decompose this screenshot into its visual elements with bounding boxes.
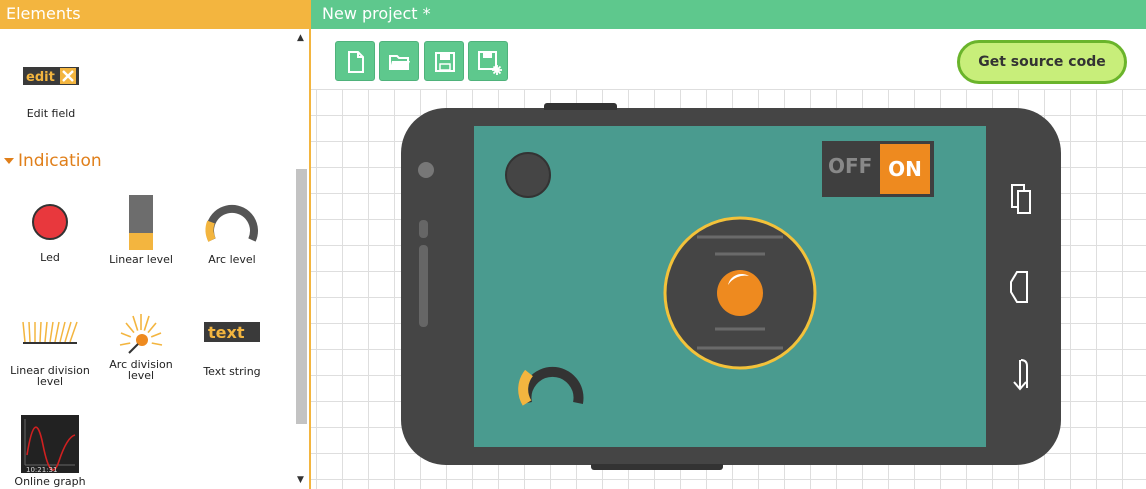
edit-field-icon: edit bbox=[23, 67, 79, 85]
arc-level-label: Arc level bbox=[208, 253, 256, 266]
open-button[interactable] bbox=[379, 41, 419, 81]
led-label: Led bbox=[40, 251, 60, 264]
elements-panel-title: Elements bbox=[0, 0, 311, 29]
project-title: New project * bbox=[311, 0, 1146, 29]
new-file-icon bbox=[348, 51, 364, 73]
phone-camera-icon bbox=[418, 162, 434, 178]
back-icon[interactable] bbox=[1009, 358, 1031, 392]
elements-panel: Elements edit Edit field Indication Led … bbox=[0, 0, 311, 489]
open-folder-icon bbox=[389, 55, 410, 70]
phone-bottom-button bbox=[591, 464, 723, 470]
online-graph-icon: 10:21:31 bbox=[21, 415, 79, 474]
linear-level-icon bbox=[129, 195, 153, 250]
design-canvas[interactable]: Get source code OFF ON bbox=[311, 29, 1146, 489]
scroll-down-icon[interactable]: ▼ bbox=[297, 475, 304, 485]
text-string-label: Text string bbox=[203, 365, 261, 378]
phone-screen: OFF ON bbox=[474, 126, 986, 447]
element-online-graph[interactable]: 10:21:31 Online graph bbox=[5, 415, 95, 487]
edit-field-label: Edit field bbox=[26, 107, 76, 120]
screen-arc-level-widget[interactable] bbox=[514, 351, 594, 411]
indication-section-header[interactable]: Indication bbox=[4, 151, 102, 171]
led-icon bbox=[32, 204, 68, 240]
svg-text:text: text bbox=[208, 323, 245, 342]
get-source-code-button[interactable]: Get source code bbox=[957, 40, 1127, 84]
save-icon bbox=[435, 52, 455, 72]
phone-speaker bbox=[419, 245, 428, 327]
screen-joystick-widget[interactable] bbox=[663, 216, 817, 370]
phone-frame: OFF ON bbox=[401, 108, 1061, 465]
scroll-thumb[interactable] bbox=[296, 169, 307, 424]
element-led[interactable]: Led bbox=[5, 202, 95, 263]
save-as-icon bbox=[478, 51, 502, 75]
recent-apps-icon[interactable] bbox=[1009, 183, 1033, 215]
phone-sensor bbox=[419, 220, 428, 238]
linear-division-level-icon bbox=[22, 321, 78, 344]
screen-switch-widget[interactable]: OFF ON bbox=[822, 141, 934, 197]
indication-section-title: Indication bbox=[18, 151, 102, 171]
element-text-string[interactable]: text Text string bbox=[187, 320, 277, 377]
linear-division-level-label: Linear division level bbox=[10, 364, 90, 388]
save-as-button[interactable] bbox=[468, 41, 508, 81]
phone-top-button bbox=[544, 103, 617, 110]
element-arc-division-level[interactable]: Arc division level bbox=[96, 311, 186, 381]
element-linear-level[interactable]: Linear level bbox=[96, 194, 186, 265]
home-icon[interactable] bbox=[1009, 270, 1031, 304]
save-button[interactable] bbox=[424, 41, 464, 81]
scroll-up-icon[interactable]: ▲ bbox=[297, 33, 304, 43]
new-file-button[interactable] bbox=[335, 41, 375, 81]
linear-level-label: Linear level bbox=[109, 253, 173, 266]
switch-on-label: ON bbox=[880, 144, 930, 194]
text-string-icon: text bbox=[204, 322, 260, 342]
arc-level-icon bbox=[205, 204, 258, 242]
arc-division-level-label: Arc division level bbox=[109, 358, 173, 382]
element-edit-field[interactable]: edit Edit field bbox=[6, 66, 96, 119]
arc-division-level-icon bbox=[119, 314, 163, 354]
elements-scrollbar[interactable]: ▲ ▼ bbox=[294, 29, 309, 489]
element-arc-level[interactable]: Arc level bbox=[187, 200, 277, 265]
svg-text:10:21:31: 10:21:31 bbox=[26, 466, 57, 474]
screen-led-widget[interactable] bbox=[504, 151, 552, 199]
element-linear-division-level[interactable]: Linear division level bbox=[5, 318, 95, 387]
collapse-arrow-icon bbox=[4, 158, 14, 164]
svg-text:edit: edit bbox=[26, 70, 55, 85]
online-graph-label: Online graph bbox=[14, 475, 86, 488]
switch-off-label: OFF bbox=[828, 154, 873, 178]
